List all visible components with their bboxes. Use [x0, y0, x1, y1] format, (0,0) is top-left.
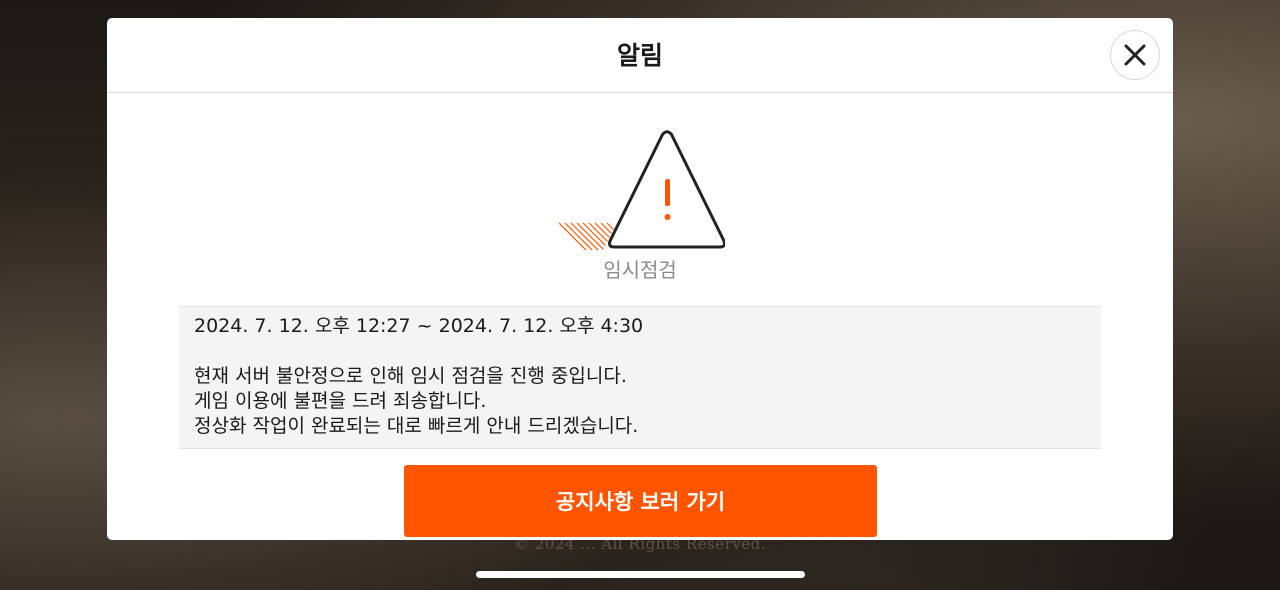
notice-line: 정상화 작업이 완료되는 대로 빠르게 안내 드리겠습니다. — [194, 415, 639, 437]
status-label: 임시점검 — [603, 258, 677, 282]
close-button[interactable] — [1110, 30, 1160, 80]
maintenance-period: 2024. 7. 12. 오후 12:27 ~ 2024. 7. 12. 오후 … — [194, 315, 644, 337]
dialog-title: 알림 — [616, 41, 663, 70]
maintenance-notice-dialog: 알림 임시점검 2024. 7. 12. 오후 12:27 ~ 2024. 7.… — [107, 18, 1173, 540]
notice-message-box: 2024. 7. 12. 오후 12:27 ~ 2024. 7. 12. 오후 … — [179, 306, 1101, 449]
close-icon — [1124, 44, 1146, 66]
dialog-header: 알림 — [107, 18, 1173, 93]
warning-triangle-icon — [559, 130, 725, 250]
notice-line: 게임 이용에 불편을 드려 죄송합니다. — [194, 390, 487, 412]
view-notices-button[interactable]: 공지사항 보러 가기 — [404, 465, 877, 537]
notice-line: 현재 서버 불안정으로 인해 임시 점검을 진행 중입니다. — [194, 365, 627, 387]
home-indicator-bar[interactable] — [476, 571, 805, 578]
